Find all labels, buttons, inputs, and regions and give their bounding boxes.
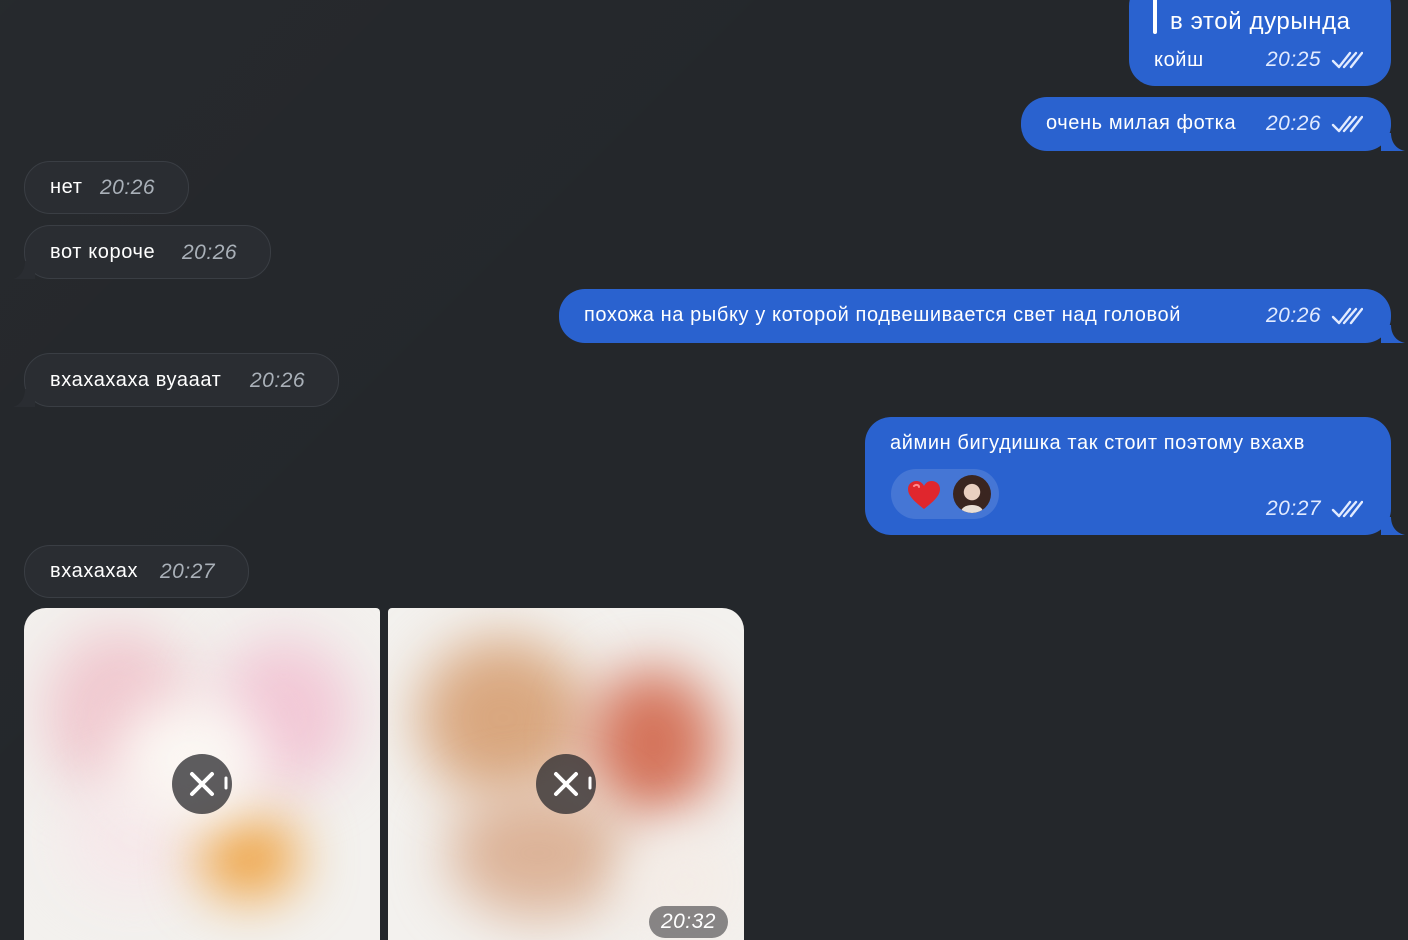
photo-preview bbox=[588, 668, 718, 818]
album-photo[interactable]: 20:32 bbox=[388, 608, 744, 940]
message-time: 20:26 bbox=[250, 369, 306, 392]
message-text: вхахахах bbox=[50, 560, 139, 582]
message-bubble-outgoing[interactable]: похожа на рыбку у которой подвешивается … bbox=[559, 289, 1405, 343]
message-time: 20:27 bbox=[160, 560, 216, 583]
reaction-chip[interactable] bbox=[891, 469, 999, 519]
avatar[interactable] bbox=[953, 475, 991, 513]
bubble-tail bbox=[1381, 133, 1405, 151]
bubble-tail bbox=[1381, 325, 1405, 343]
photo-preview bbox=[199, 818, 299, 898]
close-icon bbox=[554, 772, 592, 796]
message-bubble-incoming[interactable]: нет 20:26 bbox=[24, 161, 189, 214]
message-text: аймин бигудишка так стоит поэтому вхахв bbox=[890, 432, 1306, 454]
cancel-upload-button[interactable] bbox=[536, 754, 596, 814]
message-text: вхахахаха вуааат bbox=[50, 369, 222, 391]
message-text: очень милая фотка bbox=[1046, 112, 1237, 134]
message-text: койш bbox=[1154, 49, 1204, 71]
album-photo[interactable] bbox=[24, 608, 380, 940]
reply-quote-text[interactable]: в этой дурында bbox=[1170, 10, 1351, 34]
message-bubble-outgoing[interactable]: аймин бигудишка так стоит поэтому вхахв … bbox=[865, 417, 1405, 535]
double-check-icon bbox=[1331, 307, 1363, 325]
message-bubble-outgoing[interactable]: в этой дурында койш 20:25 bbox=[1129, 0, 1391, 86]
close-icon bbox=[190, 772, 228, 796]
message-text: вот короче bbox=[50, 241, 156, 263]
message-time: 20:26 bbox=[100, 176, 156, 199]
bubble-tail bbox=[13, 389, 35, 407]
message-text: похожа на рыбку у которой подвешивается … bbox=[584, 304, 1181, 326]
message-time: 20:27 bbox=[1266, 497, 1322, 520]
message-text: нет bbox=[50, 176, 83, 198]
chat-history[interactable]: в этой дурында койш 20:25 очень милая фо… bbox=[0, 0, 1408, 940]
message-bubble-incoming[interactable]: вхахахах 20:27 bbox=[24, 545, 249, 598]
bubble-tail bbox=[13, 261, 35, 279]
album-time: 20:32 bbox=[648, 906, 728, 938]
message-bubble-outgoing[interactable]: очень милая фотка 20:26 bbox=[1021, 97, 1405, 151]
double-check-icon bbox=[1331, 115, 1363, 133]
double-check-icon bbox=[1331, 51, 1363, 69]
double-check-icon bbox=[1331, 500, 1363, 518]
bubble-tail bbox=[1381, 517, 1405, 535]
message-bubble-incoming[interactable]: вхахахаха вуааат 20:26 bbox=[13, 353, 339, 407]
message-time: 20:26 bbox=[182, 241, 238, 264]
cancel-upload-button[interactable] bbox=[172, 754, 232, 814]
message-time: 20:26 bbox=[1266, 112, 1322, 135]
message-time: 20:25 bbox=[1266, 48, 1322, 71]
reply-quote-bar bbox=[1153, 0, 1157, 34]
message-time: 20:26 bbox=[1266, 304, 1322, 327]
heart-icon bbox=[908, 481, 940, 509]
message-bubble-incoming[interactable]: вот короче 20:26 bbox=[13, 225, 271, 279]
